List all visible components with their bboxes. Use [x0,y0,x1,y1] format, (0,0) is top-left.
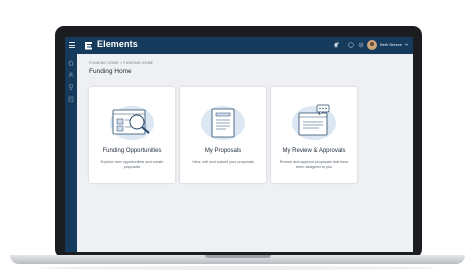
avatar[interactable] [367,40,377,50]
card-funding-opportunities[interactable]: Funding Opportunities Explore new opport… [89,87,175,183]
card-my-review-approvals[interactable]: My Review & Approvals Review and approve… [271,87,357,183]
card-description: Explore new opportunities and create pro… [100,160,164,169]
page-title: Funding Home [89,68,132,75]
side-nav [65,54,77,252]
elements-logo-icon[interactable] [83,40,94,51]
help-icon[interactable] [348,42,354,48]
app-screen: Elements Beth Breeze FUNDING HOME > FUND… [65,37,413,252]
top-bar: Elements Beth Breeze [65,37,413,54]
trophy-icon[interactable] [68,84,74,90]
review-chat-icon [292,104,336,140]
home-icon[interactable] [68,60,74,66]
document-icon [201,106,245,140]
breadcrumb[interactable]: FUNDING HOME > FUNDING HOME [89,61,153,65]
settings-icon[interactable] [358,42,364,48]
brand-name[interactable]: Elements [97,39,138,49]
search-magnifier-icon [110,106,154,140]
card-title[interactable]: Funding Opportunities [89,148,175,154]
card-title[interactable]: My Review & Approvals [271,148,357,154]
card-description: Review and approve proposals that have b… [279,160,349,169]
user-name[interactable]: Beth Breeze [380,42,402,47]
card-description: View, edit and submit your proposals [192,160,254,164]
card-my-proposals[interactable]: My Proposals View, edit and submit your … [180,87,266,183]
bell-icon[interactable] [333,42,339,48]
chevron-down-icon[interactable] [404,42,409,47]
menu-icon[interactable] [69,42,75,48]
laptop-notch [205,255,271,258]
card-title[interactable]: My Proposals [180,148,266,154]
laptop-shadow [40,266,435,270]
building-icon[interactable] [68,96,74,102]
user-icon[interactable] [68,72,74,78]
